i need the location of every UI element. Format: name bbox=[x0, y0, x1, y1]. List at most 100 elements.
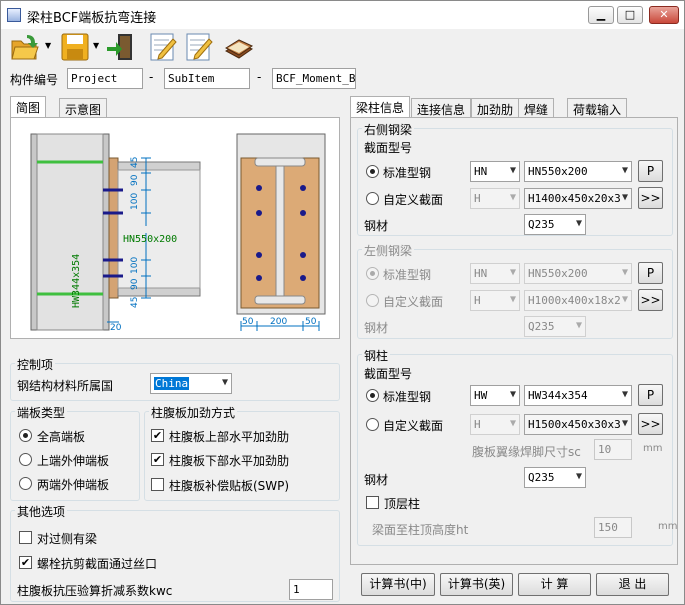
component-label: 构件编号 bbox=[10, 73, 59, 87]
top-stiffener-checkbox[interactable]: ✔ bbox=[151, 429, 164, 442]
left-custom-label: 自定义截面 bbox=[383, 295, 444, 309]
left-beam-group: 左侧钢梁 标准型钢 HN ▼ HN550x200 ▼ P 自定义截面 H ▼ H100… bbox=[357, 242, 673, 339]
column-material-select[interactable]: Q235 ▼ bbox=[524, 467, 586, 488]
tab-sketch[interactable]: 简图 bbox=[10, 96, 47, 118]
dim-label: 50 bbox=[242, 317, 254, 327]
height-label: 梁面至柱顶高度ht bbox=[372, 523, 469, 537]
weld-size-input[interactable]: 10 bbox=[594, 439, 632, 460]
tab-schematic[interactable]: 示意图 bbox=[59, 98, 108, 118]
bolt-thread-label: 螺栓抗剪截面通过丝口 bbox=[37, 557, 158, 571]
swp-checkbox[interactable] bbox=[151, 478, 164, 491]
top-column-checkbox[interactable] bbox=[366, 496, 379, 509]
right-std-select[interactable]: HN550x200 ▼ bbox=[524, 161, 632, 182]
chevron-down-icon: ▼ bbox=[621, 192, 628, 203]
maximize-button[interactable]: □ bbox=[617, 6, 643, 24]
open-dropdown-icon[interactable]: ▼ bbox=[45, 41, 51, 50]
country-value: China bbox=[154, 377, 190, 390]
right-custom-type-select[interactable]: H ▼ bbox=[470, 188, 520, 209]
column-custom-radio[interactable] bbox=[366, 418, 379, 431]
right-beam-group: 右侧钢梁 截面型号 标准型钢 HN ▼ HN550x200 ▼ P 自定义截面 H ▼… bbox=[357, 121, 673, 236]
tab-weld[interactable]: 焊缝 bbox=[518, 98, 555, 118]
book-icon[interactable] bbox=[223, 31, 255, 63]
dim-label: 45 bbox=[130, 297, 140, 308]
calculate-button[interactable]: 计 算 bbox=[518, 573, 591, 596]
column-more-button[interactable]: >> bbox=[638, 413, 663, 435]
right-more-button[interactable]: >> bbox=[638, 187, 663, 209]
country-select[interactable]: China ▼ bbox=[150, 373, 232, 394]
top-extended-radio[interactable] bbox=[19, 453, 32, 466]
section-label: 截面型号 bbox=[364, 367, 413, 381]
left-std-radio[interactable] bbox=[366, 267, 379, 280]
column-group: 钢柱 截面型号 标准型钢 HW ▼ HW344x354 ▼ P 自定义截面 H ▼ H… bbox=[357, 347, 677, 546]
tab-connection-info[interactable]: 连接信息 bbox=[411, 98, 472, 118]
tab-load-input[interactable]: 荷载输入 bbox=[567, 98, 628, 118]
left-custom-type-select[interactable]: H ▼ bbox=[470, 290, 520, 311]
edit-pencil-icon[interactable] bbox=[147, 31, 179, 63]
chevron-down-icon: ▼ bbox=[621, 389, 628, 400]
column-std-select[interactable]: HW344x354 ▼ bbox=[524, 385, 632, 406]
component-name-input[interactable]: BCF_Moment_BoltEndPlate bbox=[272, 68, 356, 89]
main-window: 梁柱BCF端板抗弯连接 ▁ □ ✕ ▼ ▼ 构件编号 Project - Sub… bbox=[0, 0, 685, 605]
chevron-down-icon: ▼ bbox=[621, 418, 628, 429]
column-title: 钢柱 bbox=[362, 347, 391, 364]
left-std-select[interactable]: HN550x200 ▼ bbox=[524, 263, 632, 284]
close-button[interactable]: ✕ bbox=[649, 6, 679, 24]
bolt-thread-checkbox[interactable]: ✔ bbox=[19, 556, 32, 569]
left-p-button[interactable]: P bbox=[638, 262, 663, 284]
edit-pencil-icon[interactable] bbox=[183, 31, 215, 63]
separator: - bbox=[149, 70, 154, 84]
kwc-input[interactable]: 1 bbox=[289, 579, 333, 600]
dim-label: 45 bbox=[130, 157, 140, 168]
column-custom-type-select[interactable]: H ▼ bbox=[470, 414, 520, 435]
separator: - bbox=[257, 70, 262, 84]
column-std-radio[interactable] bbox=[366, 389, 379, 402]
full-height-radio[interactable] bbox=[19, 429, 32, 442]
bottom-stiffener-checkbox[interactable]: ✔ bbox=[151, 453, 164, 466]
save-disk-icon[interactable] bbox=[59, 31, 91, 63]
opposite-beam-checkbox[interactable] bbox=[19, 531, 32, 544]
left-type-select[interactable]: HN ▼ bbox=[470, 263, 520, 284]
left-more-button[interactable]: >> bbox=[638, 289, 663, 311]
top-extended-label: 上端外伸端板 bbox=[37, 454, 110, 468]
section-label: 截面型号 bbox=[364, 141, 413, 155]
height-input[interactable]: 150 bbox=[594, 517, 632, 538]
title-bar: 梁柱BCF端板抗弯连接 ▁ □ ✕ bbox=[1, 1, 684, 29]
material-label: 钢材 bbox=[364, 219, 389, 233]
exit-door-icon[interactable] bbox=[105, 31, 137, 63]
stiffener-group: 柱腹板加劲方式 ✔ 柱腹板上部水平加劲肋 ✔ 柱腹板下部水平加劲肋 柱腹板补偿贴… bbox=[144, 404, 340, 501]
calc-report-en-button[interactable]: 计算书(英) bbox=[440, 573, 513, 596]
column-custom-select[interactable]: H1500x450x30x3 ▼ bbox=[524, 414, 632, 435]
endplate-title: 端板类型 bbox=[15, 404, 68, 421]
endplate-group: 端板类型 全高端板 上端外伸端板 两端外伸端板 bbox=[10, 404, 140, 501]
tab-stiffener[interactable]: 加劲肋 bbox=[471, 98, 520, 118]
calc-report-cn-button[interactable]: 计算书(中) bbox=[361, 573, 435, 596]
tab-beam-column-info[interactable]: 梁柱信息 bbox=[350, 96, 411, 118]
both-extended-radio[interactable] bbox=[19, 477, 32, 490]
open-folder-icon[interactable] bbox=[9, 31, 41, 63]
right-type-select[interactable]: HN ▼ bbox=[470, 161, 520, 182]
minimize-button[interactable]: ▁ bbox=[588, 6, 614, 24]
dim-label: 90 bbox=[130, 174, 140, 186]
left-material-select[interactable]: Q235 ▼ bbox=[524, 316, 586, 337]
right-p-button[interactable]: P bbox=[638, 160, 663, 182]
right-custom-select[interactable]: H1400x450x20x3 ▼ bbox=[524, 188, 632, 209]
window-title: 梁柱BCF端板抗弯连接 bbox=[27, 11, 157, 26]
app-icon bbox=[7, 8, 21, 22]
save-dropdown-icon[interactable]: ▼ bbox=[93, 41, 99, 50]
beam-section-label: HN550x200 bbox=[123, 234, 177, 245]
subitem-input[interactable]: SubItem bbox=[164, 68, 250, 89]
opposite-beam-label: 对过侧有梁 bbox=[37, 532, 98, 546]
exit-button[interactable]: 退 出 bbox=[596, 573, 669, 596]
chevron-down-icon: ▼ bbox=[621, 165, 628, 176]
left-custom-select[interactable]: H1000x400x18x2 ▼ bbox=[524, 290, 632, 311]
right-std-radio[interactable] bbox=[366, 165, 379, 178]
column-type-select[interactable]: HW ▼ bbox=[470, 385, 520, 406]
project-input[interactable]: Project bbox=[67, 68, 143, 89]
column-p-button[interactable]: P bbox=[638, 384, 663, 406]
stiffener-title: 柱腹板加劲方式 bbox=[149, 404, 238, 421]
right-custom-radio[interactable] bbox=[366, 192, 379, 205]
left-custom-radio[interactable] bbox=[366, 294, 379, 307]
right-material-select[interactable]: Q235 ▼ bbox=[524, 214, 586, 235]
right-custom-label: 自定义截面 bbox=[383, 193, 444, 207]
chevron-down-icon: ▼ bbox=[575, 218, 582, 229]
